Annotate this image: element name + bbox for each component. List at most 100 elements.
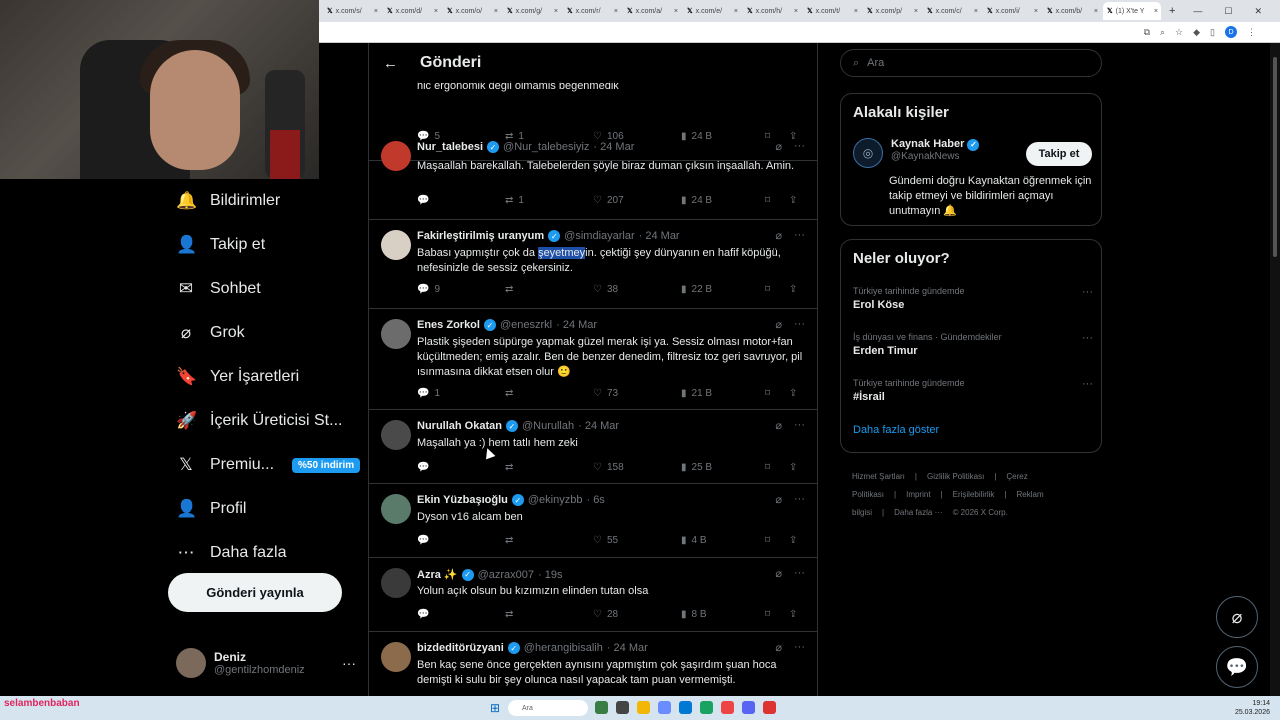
show-more-link[interactable]: Daha fazla göster xyxy=(853,424,939,436)
author-name[interactable]: Fakirleştirilmiş uranyum xyxy=(417,230,544,242)
tweet[interactable]: bizdeditörüzyani ✓ @herangibisalih · 24 Mar… xyxy=(369,632,817,696)
new-tab-button[interactable]: + xyxy=(1169,5,1175,17)
close-icon[interactable]: × xyxy=(554,8,558,15)
close-icon[interactable]: × xyxy=(1154,8,1158,15)
footer-link[interactable]: Imprint xyxy=(906,490,930,499)
bookmark-button[interactable]: ⌑ xyxy=(765,609,789,620)
retweet-button[interactable]: ⇄ 1 xyxy=(505,195,593,206)
share-button[interactable]: ⇪ xyxy=(789,284,807,295)
browser-tab[interactable]: 𝕏x.com/i/ × xyxy=(983,2,1041,20)
taskbar-search[interactable]: Ara xyxy=(508,700,588,716)
nav-item[interactable]: 🔔 Bildirimler xyxy=(168,179,368,223)
more-icon[interactable]: ··· xyxy=(794,318,805,331)
more-icon[interactable]: ··· xyxy=(1082,378,1093,390)
more-icon[interactable]: ··· xyxy=(794,419,805,432)
nav-item[interactable]: 🚀 İçerik Üreticisi St... xyxy=(168,399,368,443)
like-button[interactable]: ♡ 207 xyxy=(593,195,681,206)
tweet[interactable]: Enes Zorkol ✓ @eneszrkl · 24 Mar ⌀ ··· Plastik… xyxy=(369,309,817,410)
nav-item[interactable]: ✉ Sohbet xyxy=(168,267,368,311)
close-icon[interactable]: × xyxy=(434,8,438,15)
nav-item[interactable]: ⌀ Grok xyxy=(168,311,368,355)
close-icon[interactable]: × xyxy=(794,8,798,15)
grok-icon[interactable]: ⌀ xyxy=(775,567,782,580)
browser-tab[interactable]: 𝕏x.com/c/ × xyxy=(923,2,981,20)
footer-link[interactable]: Erişilebilirlik xyxy=(953,490,995,499)
reply-button[interactable]: 💬 xyxy=(417,535,505,546)
close-icon[interactable]: ✕ xyxy=(1254,6,1262,17)
app-icon[interactable] xyxy=(658,701,671,714)
browser-tab[interactable]: 𝕏x.com/h/ × xyxy=(743,2,801,20)
close-icon[interactable]: × xyxy=(914,8,918,15)
share-button[interactable]: ⇪ xyxy=(789,462,807,473)
author-name[interactable]: Enes Zorkol xyxy=(417,319,480,331)
footer-link[interactable]: Hizmet Şartları xyxy=(852,472,905,481)
close-icon[interactable]: × xyxy=(854,8,858,15)
reply-button[interactable]: 💬 9 xyxy=(417,284,505,295)
views-button[interactable]: ▮ 21 B xyxy=(681,388,765,399)
retweet-button[interactable]: ⇄ xyxy=(505,535,593,546)
follow-button[interactable]: Takip et xyxy=(1026,142,1092,166)
browser-tab[interactable]: 𝕏x.com/d/ × xyxy=(383,2,441,20)
close-icon[interactable]: × xyxy=(614,8,618,15)
close-icon[interactable]: × xyxy=(734,8,738,15)
tweet[interactable]: Nurullah Okatan ✓ @Nurullah · 24 Mar ⌀ ··· Maş… xyxy=(369,410,817,484)
footer-link[interactable]: Gizlilik Politikası xyxy=(927,472,984,481)
close-icon[interactable]: × xyxy=(674,8,678,15)
search-input[interactable]: ⌕ Ara xyxy=(840,49,1102,77)
minimize-icon[interactable]: — xyxy=(1193,6,1202,17)
app-icon[interactable] xyxy=(595,701,608,714)
bookmark-button[interactable]: ⌑ xyxy=(765,284,789,295)
share-button[interactable]: ⇪ xyxy=(789,195,807,206)
author-handle[interactable]: @simdiayarlar xyxy=(564,230,634,242)
app-icon[interactable] xyxy=(763,701,776,714)
folder-icon[interactable] xyxy=(637,701,650,714)
avatar[interactable] xyxy=(381,319,411,349)
views-button[interactable]: ▮ 24 B xyxy=(681,195,765,206)
close-icon[interactable]: × xyxy=(974,8,978,15)
browser-tab[interactable]: 𝕏x.com/b/ × xyxy=(1043,2,1101,20)
profile-avatar[interactable]: D xyxy=(1225,26,1237,38)
nav-item[interactable]: 𝕏 Premiu... %50 indirim xyxy=(168,443,368,487)
avatar[interactable] xyxy=(381,420,411,450)
avatar[interactable] xyxy=(381,494,411,524)
trend-item[interactable]: İş dünyası ve finans · Gündemdekiler Erde… xyxy=(853,332,1093,357)
related-person[interactable]: ◎ Kaynak Haber ✓ @KaynakNews xyxy=(853,138,980,168)
trend-item[interactable]: Türkiye tarihinde gündemde Erol Köse ··· xyxy=(853,286,1093,311)
menu-icon[interactable]: ⋮ xyxy=(1247,27,1256,38)
close-icon[interactable]: × xyxy=(494,8,498,15)
author-handle[interactable]: @azrax007 xyxy=(478,569,534,581)
tweet[interactable]: Azra ✨ ✓ @azrax007 · 19s ⌀ ··· Yolun açık olsu… xyxy=(369,558,817,632)
more-icon[interactable]: ··· xyxy=(794,567,805,580)
tweet-date[interactable]: · 19s xyxy=(538,569,562,581)
sidebar-icon[interactable]: ▯ xyxy=(1210,27,1215,38)
install-icon[interactable]: ⧉ xyxy=(1144,27,1150,38)
avatar[interactable] xyxy=(381,568,411,598)
bookmark-button[interactable]: ⌑ xyxy=(765,388,789,399)
app-icon[interactable] xyxy=(679,701,692,714)
more-icon[interactable]: ··· xyxy=(1082,332,1093,344)
avatar[interactable] xyxy=(381,642,411,672)
author-handle[interactable]: @eneszrkl xyxy=(500,319,552,331)
account-switcher[interactable]: Deniz @gentilzhomdeniz ··· xyxy=(176,645,356,681)
post-button[interactable]: Gönderi yayınla xyxy=(168,573,342,612)
author-handle[interactable]: @herangibisalih xyxy=(524,642,603,654)
bookmark-button[interactable]: ⌑ xyxy=(765,462,789,473)
messages-fab[interactable]: 💬 xyxy=(1216,646,1258,688)
bookmark-button[interactable]: ⌑ xyxy=(765,535,789,546)
reply-button[interactable]: 💬 xyxy=(417,195,505,206)
maximize-icon[interactable]: ☐ xyxy=(1224,6,1232,17)
tweet-date[interactable]: · 24 Mar xyxy=(556,319,597,331)
retweet-button[interactable]: ⇄ xyxy=(505,609,593,620)
reply-button[interactable]: 💬 xyxy=(417,609,505,620)
browser-tab[interactable]: 𝕏x.com/p/ × xyxy=(863,2,921,20)
footer-link[interactable]: © 2026 X Corp. xyxy=(953,508,1008,517)
retweet-button[interactable]: ⇄ xyxy=(505,284,593,295)
views-button[interactable]: ▮ 25 B xyxy=(681,462,765,473)
more-icon[interactable]: ··· xyxy=(794,641,805,654)
browser-tab[interactable]: 𝕏x.com/s/ × xyxy=(323,2,381,20)
more-icon[interactable]: ··· xyxy=(794,229,805,242)
grok-icon[interactable]: ⌀ xyxy=(775,140,782,153)
browser-tab[interactable]: 𝕏x.com/t/ × xyxy=(803,2,861,20)
tweet-date[interactable]: · 24 Mar xyxy=(607,642,648,654)
close-icon[interactable]: × xyxy=(374,8,378,15)
